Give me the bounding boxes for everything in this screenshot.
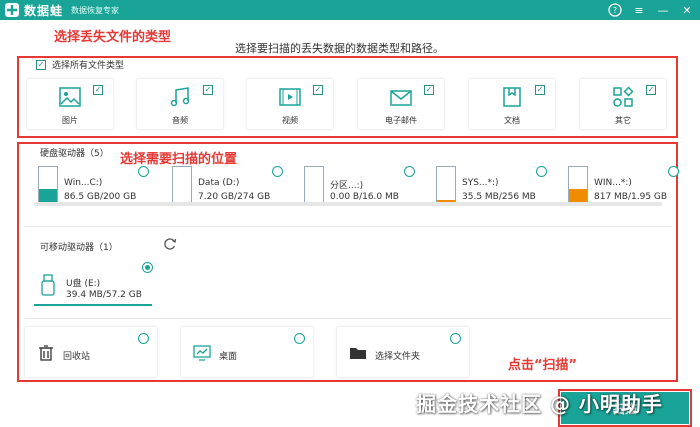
- drives-scrollbar[interactable]: [34, 202, 662, 206]
- select-all-checkbox[interactable]: ✓: [36, 59, 46, 70]
- select-all-label: 选择所有文件类型: [52, 61, 125, 71]
- instruction-text: 选择要扫描的丢失数据的数据类型和路径。: [235, 42, 444, 55]
- drive-size: 817 MB/1.95 GB: [594, 192, 668, 202]
- title-bar: 数据蛙 数据恢复专家 ? ≡ — ✕: [0, 0, 700, 20]
- usb-drive-item[interactable]: U盘 (E:) 39.4 MB/57.2 GB: [34, 272, 154, 308]
- location-label: 回收站: [63, 352, 91, 362]
- menu-icon[interactable]: ≡: [632, 3, 646, 17]
- drive-name: WIN...*:): [594, 178, 632, 188]
- drive-radio[interactable]: [404, 166, 415, 177]
- drive-name: Win...C:): [64, 178, 103, 188]
- svg-text:?: ?: [613, 6, 617, 15]
- type-checkbox-other[interactable]: ✓: [646, 85, 656, 95]
- location-label: 桌面: [219, 352, 238, 362]
- annotation-file-type: 选择丢失文件的类型: [54, 30, 172, 45]
- select-all-types[interactable]: ✓ 选择所有文件类型: [36, 58, 124, 71]
- folder-icon: [350, 348, 366, 359]
- recycle-bin-icon: [39, 345, 53, 361]
- type-label-audio: 音频: [172, 116, 188, 125]
- type-tile-audio[interactable]: ✓ 音频: [136, 78, 224, 130]
- location-radio[interactable]: [450, 333, 461, 344]
- annotation-location: 选择需要扫描的位置: [120, 152, 238, 167]
- drive-icon: [568, 166, 588, 206]
- drive-icon: [172, 166, 192, 206]
- usb-selected-bar: [34, 304, 152, 306]
- divider: [24, 318, 672, 319]
- type-tile-image[interactable]: ✓ 图片: [26, 78, 114, 130]
- type-checkbox-email[interactable]: ✓: [424, 85, 434, 95]
- location-label: 选择文件夹: [375, 352, 421, 362]
- image-icon: [59, 87, 81, 107]
- app-name: 数据蛙: [24, 3, 64, 18]
- type-checkbox-document[interactable]: ✓: [535, 85, 545, 95]
- location-recycle-bin[interactable]: 回收站: [24, 326, 158, 378]
- type-tile-video[interactable]: ✓ 视频: [246, 78, 334, 130]
- drive-name: SYS...*:): [462, 178, 499, 188]
- usb-drive-radio[interactable]: [142, 262, 153, 273]
- type-checkbox-audio[interactable]: ✓: [203, 85, 213, 95]
- watermark-text: 掘金技术社区 @ 小明助手: [416, 392, 663, 416]
- drive-name: Data (D:): [198, 178, 240, 188]
- drive-icon: [38, 166, 58, 206]
- desktop-icon: [193, 345, 211, 361]
- drive-size: 35.5 MB/256 MB: [462, 192, 536, 202]
- type-label-image: 图片: [62, 116, 78, 125]
- location-radio[interactable]: [138, 333, 149, 344]
- type-label-email: 电子邮件: [385, 116, 417, 125]
- drive-name: 分区...:): [330, 181, 364, 191]
- type-tile-other[interactable]: ✓ 其它: [579, 78, 667, 130]
- drive-size: 7.20 GB/274 GB: [198, 192, 271, 202]
- type-label-document: 文档: [504, 116, 520, 125]
- type-tile-email[interactable]: ✓ 电子邮件: [357, 78, 445, 130]
- drive-icon: [304, 166, 324, 206]
- audio-icon: [170, 87, 190, 107]
- video-icon: [279, 88, 301, 106]
- app-subtitle: 数据恢复专家: [71, 5, 120, 15]
- other-icon: [613, 86, 634, 107]
- email-icon: [390, 90, 412, 106]
- type-label-video: 视频: [282, 116, 298, 125]
- drive-radio[interactable]: [138, 166, 149, 177]
- divider: [24, 226, 672, 227]
- drive-size: 86.5 GB/200 GB: [64, 192, 137, 202]
- help-icon[interactable]: ?: [608, 3, 622, 17]
- app-logo-icon: [5, 3, 19, 17]
- location-desktop[interactable]: 桌面: [180, 326, 314, 378]
- annotation-scan: 点击“扫描”: [508, 358, 578, 373]
- type-checkbox-video[interactable]: ✓: [313, 85, 323, 95]
- drive-radio[interactable]: [668, 166, 679, 177]
- hard-drives-title: 硬盘驱动器（5）: [40, 149, 109, 159]
- close-icon[interactable]: ✕: [680, 3, 694, 17]
- drive-radio[interactable]: [272, 166, 283, 177]
- drive-radio[interactable]: [536, 166, 547, 177]
- refresh-icon[interactable]: [163, 237, 177, 251]
- usb-drive-size: 39.4 MB/57.2 GB: [66, 290, 142, 300]
- document-icon: [503, 87, 521, 107]
- type-checkbox-image[interactable]: ✓: [93, 85, 103, 95]
- type-label-other: 其它: [615, 116, 631, 125]
- brand: 数据蛙 数据恢复专家: [0, 0, 119, 20]
- usb-drive-icon: [41, 274, 55, 296]
- minimize-icon[interactable]: —: [656, 3, 670, 17]
- drive-icon: [436, 166, 456, 206]
- drive-size: 0.00 B/16.0 MB: [330, 192, 399, 202]
- type-tile-document[interactable]: ✓ 文档: [468, 78, 556, 130]
- location-choose-folder[interactable]: 选择文件夹: [336, 326, 470, 378]
- usb-drive-name: U盘 (E:): [66, 279, 101, 289]
- location-radio[interactable]: [294, 333, 305, 344]
- removable-drives-title: 可移动驱动器（1）: [40, 243, 118, 253]
